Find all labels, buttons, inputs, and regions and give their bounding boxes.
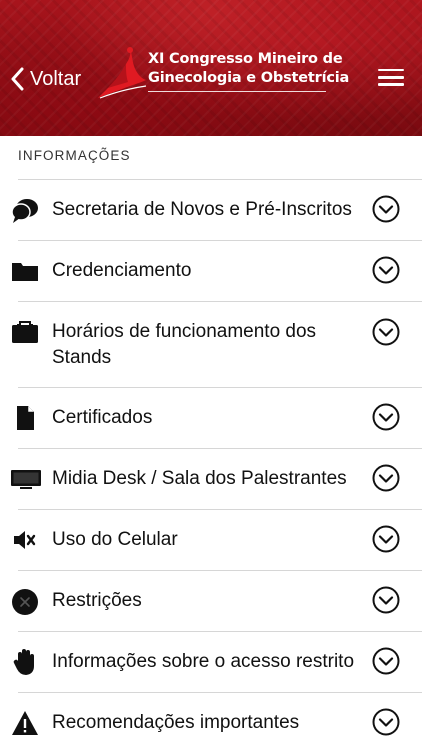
- document-icon: [10, 403, 40, 433]
- chevron-down-circle-icon[interactable]: [372, 586, 400, 614]
- hamburger-menu-icon[interactable]: [378, 69, 404, 89]
- list-item-label: Horários de funcionamento dos Stands: [52, 321, 317, 368]
- list-item-acesso-restrito[interactable]: Informações sobre o acesso restrito: [13, 632, 422, 693]
- list-item-label: Informações sobre o acesso restrito: [52, 651, 355, 672]
- list-item-restricoes[interactable]: Restrições: [12, 571, 422, 632]
- hand-icon: [10, 647, 40, 677]
- menu-bar: [378, 76, 404, 79]
- list-item-credenciamento[interactable]: Credenciamento: [12, 241, 422, 302]
- list-item-certificados[interactable]: Certificados: [17, 388, 422, 449]
- folder-icon: [10, 256, 40, 286]
- chevron-down-circle-icon[interactable]: [372, 647, 400, 675]
- list-item-label: Midia Desk / Sala dos Palestrantes: [52, 468, 347, 489]
- chevron-down-circle-icon[interactable]: [372, 708, 400, 736]
- info-list: Secretaria de Novos e Pré-Inscritos Cred…: [0, 180, 422, 750]
- list-item-label: Secretaria de Novos e Pré-Inscritos: [52, 199, 352, 220]
- logo-title-line1: XI Congresso Mineiro de: [148, 51, 343, 67]
- back-label: Voltar: [30, 67, 82, 90]
- list-item-uso-celular[interactable]: Uso do Celular: [14, 510, 422, 571]
- list-item-recomendacoes[interactable]: Recomendações importantes: [12, 693, 422, 750]
- list-item-label: Uso do Celular: [52, 529, 178, 550]
- chevron-down-circle-icon[interactable]: [372, 464, 400, 492]
- chevron-left-icon: [11, 67, 24, 91]
- list-item-secretaria[interactable]: Secretaria de Novos e Pré-Inscritos: [11, 180, 422, 241]
- chevron-down-circle-icon[interactable]: [372, 195, 400, 223]
- menu-bar: [378, 83, 404, 86]
- list-item-horarios[interactable]: Horários de funcionamento dos Stands: [12, 302, 422, 388]
- list-item-label: Restrições: [52, 590, 142, 611]
- warning-icon: [10, 708, 40, 738]
- list-item-label: Certificados: [52, 407, 153, 428]
- chevron-down-circle-icon[interactable]: [372, 256, 400, 284]
- logo-underline: [148, 91, 326, 92]
- list-item-label: Credenciamento: [52, 260, 192, 281]
- x-circle-icon: [10, 587, 40, 617]
- list-item-label: Recomendações importantes: [52, 712, 300, 733]
- section-title: INFORMAÇÕES: [18, 148, 131, 163]
- congress-logo-mark: [98, 46, 147, 99]
- monitor-icon: [9, 464, 43, 494]
- back-button[interactable]: Voltar: [10, 62, 81, 96]
- congress-logo: XI Congresso Mineiro de Ginecologia e Ob…: [96, 42, 349, 102]
- speaker-mute-icon: [10, 525, 40, 555]
- chat-bubbles-icon: [10, 196, 40, 226]
- chevron-down-circle-icon[interactable]: [372, 525, 400, 553]
- chevron-down-circle-icon[interactable]: [372, 403, 400, 431]
- list-item-midia-desk[interactable]: Midia Desk / Sala dos Palestrantes: [11, 449, 422, 510]
- menu-bar: [378, 69, 404, 72]
- app-header: Voltar XI Congresso Mineiro de Ginecolog…: [0, 0, 422, 136]
- chevron-down-circle-icon[interactable]: [372, 318, 400, 346]
- briefcase-icon: [10, 317, 40, 347]
- logo-title-line2: Ginecologia e Obstetrícia: [148, 70, 350, 86]
